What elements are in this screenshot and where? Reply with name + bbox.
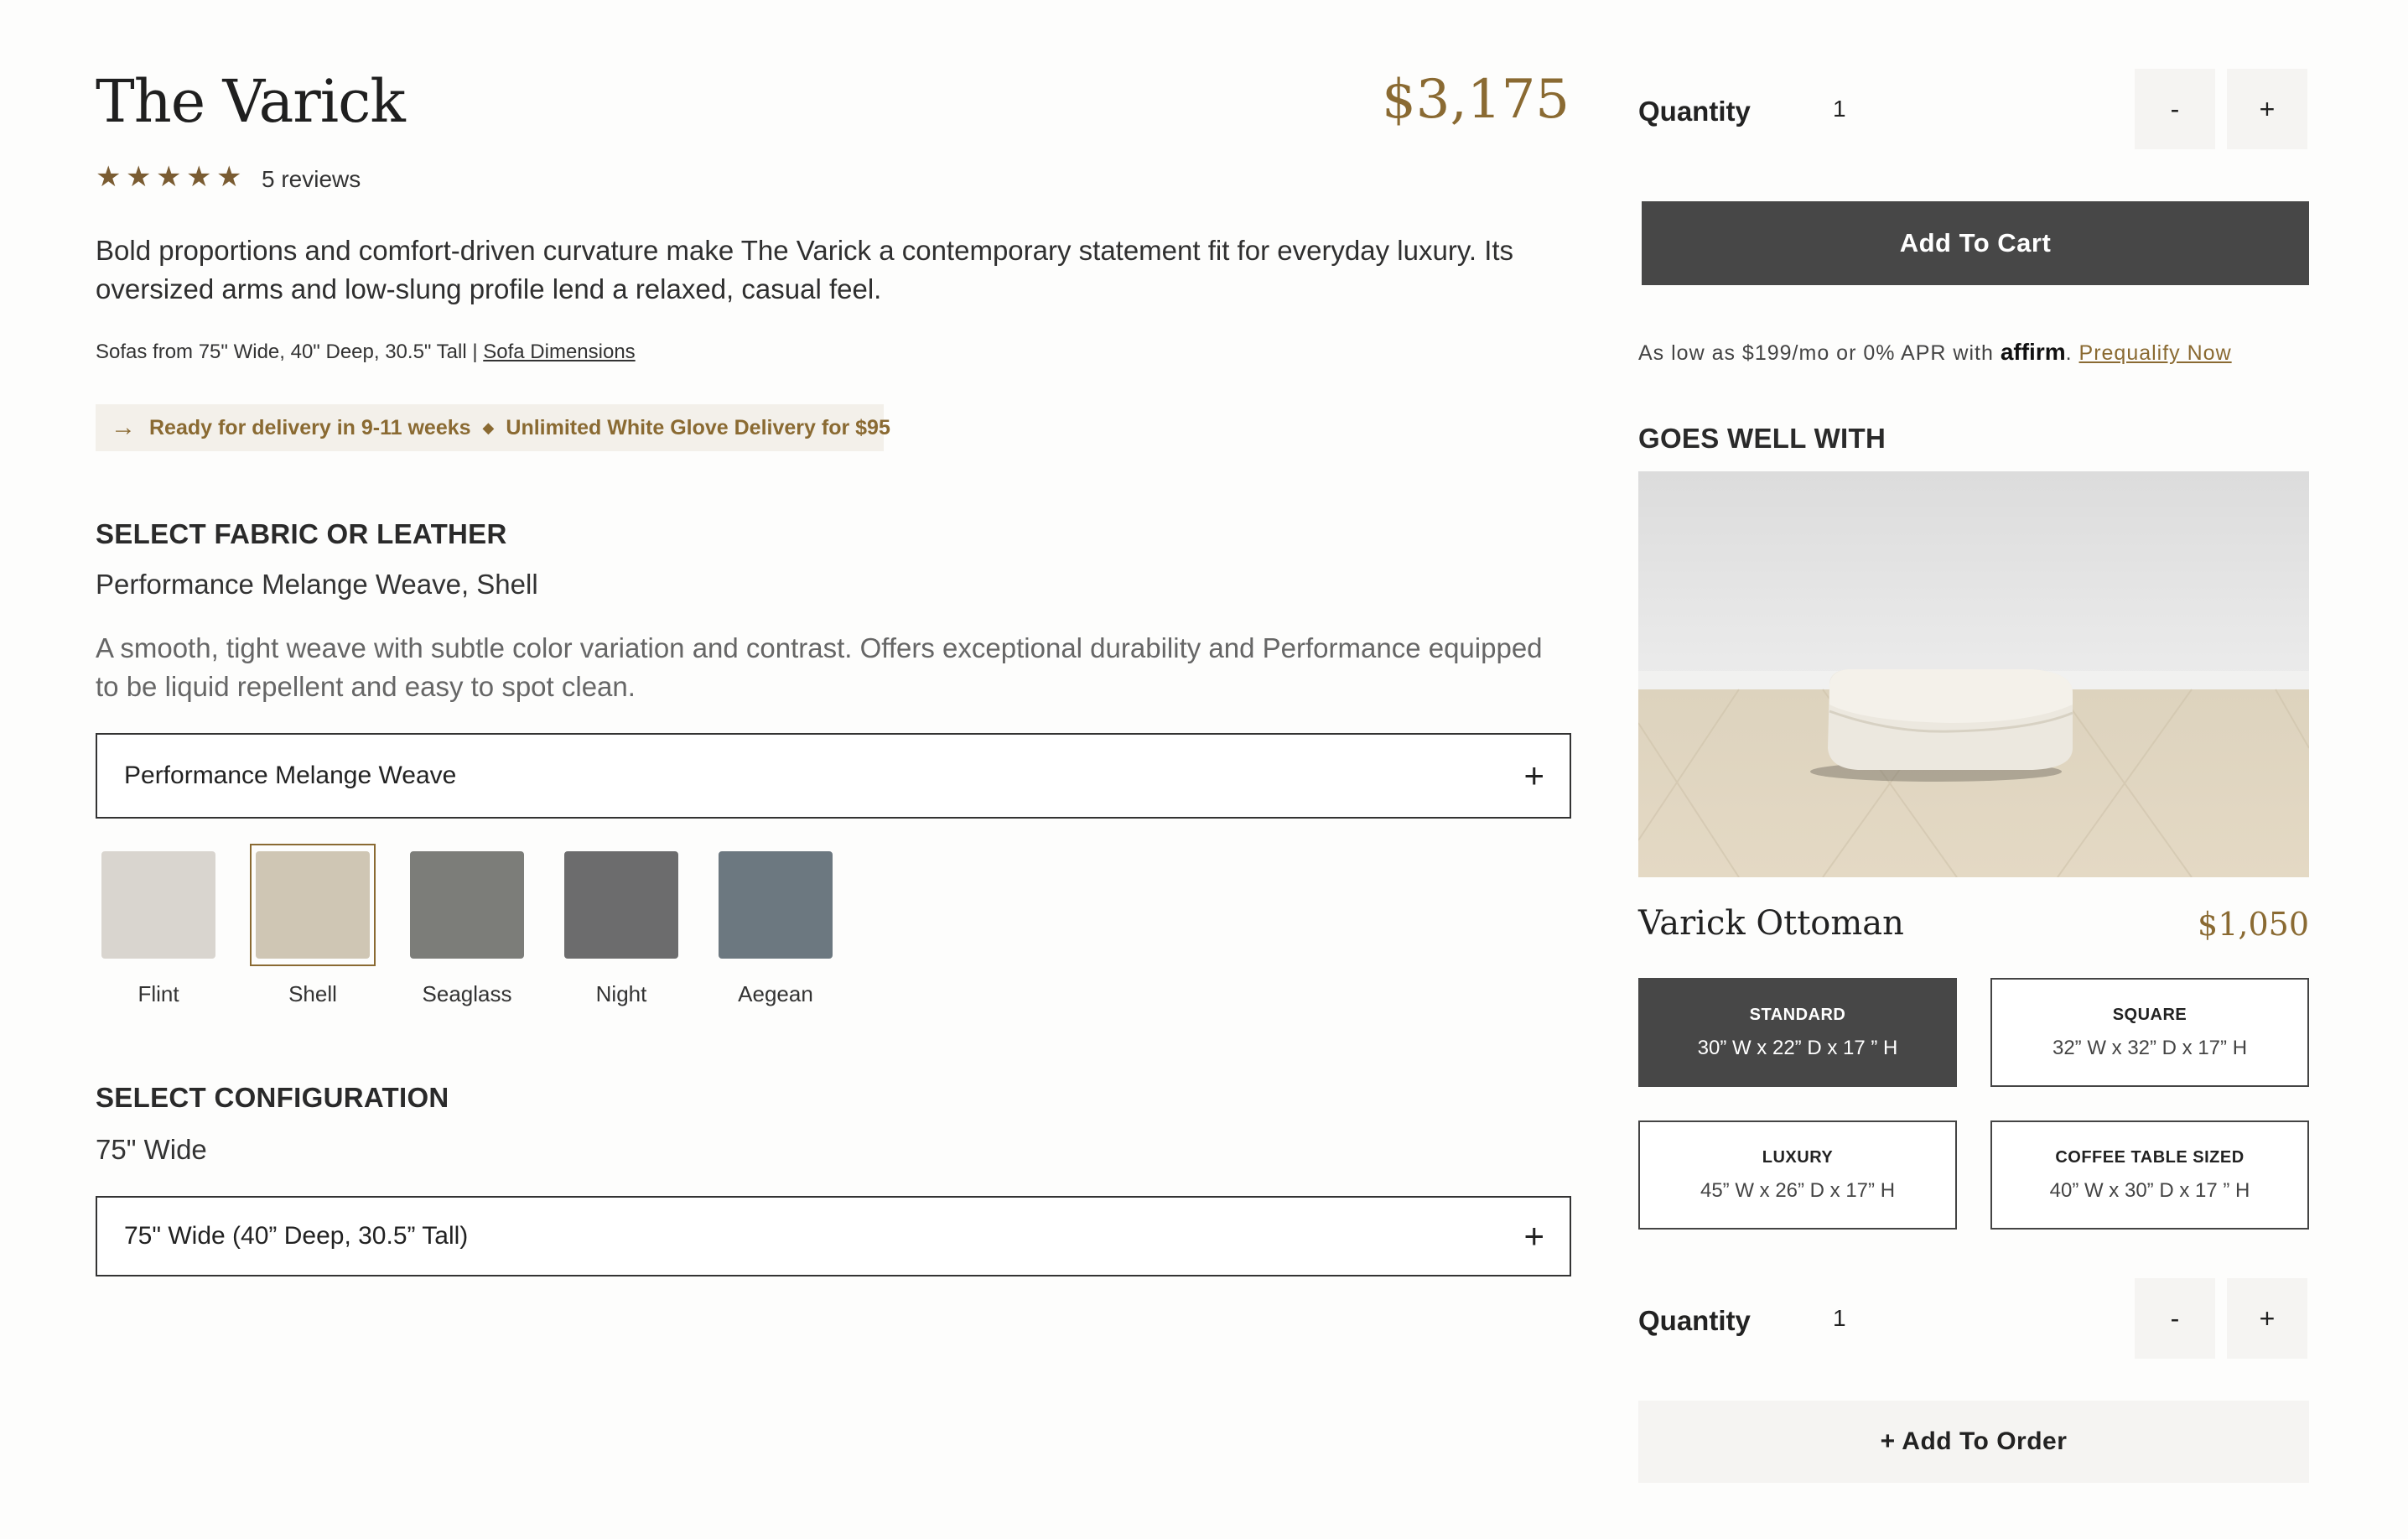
size-option-coffee-table[interactable]: COFFEE TABLE SIZED 40” W x 30” D x 17 ” … — [1990, 1120, 2309, 1230]
fabric-dropdown-value: Performance Melange Weave — [124, 762, 457, 789]
product-title: The Varick — [96, 67, 406, 136]
size-option-standard[interactable]: STANDARD 30” W x 22” D x 17 ” H — [1638, 978, 1957, 1087]
delivery-ready-text: Ready for delivery in 9-11 weeks — [149, 415, 471, 439]
swatch-chip — [256, 851, 370, 959]
ottoman-image[interactable] — [1638, 471, 2309, 877]
prequalify-link[interactable]: Prequalify Now — [2079, 341, 2232, 365]
swatch-chip — [719, 851, 833, 959]
star-icon: ★ — [156, 161, 182, 193]
quantity-value[interactable]: 1 — [1833, 96, 1846, 122]
configuration-dropdown[interactable]: 75" Wide (40” Deep, 30.5” Tall) + — [96, 1196, 1571, 1276]
add-to-cart-button[interactable]: Add To Cart — [1642, 201, 2309, 285]
fabric-dropdown[interactable]: Performance Melange Weave + — [96, 733, 1571, 819]
ottoman-quantity-value[interactable]: 1 — [1833, 1305, 1846, 1332]
white-glove-text: Unlimited White Glove Delivery for $95 — [506, 415, 890, 439]
swatch-label: Flint — [138, 981, 179, 1006]
swatch-chip — [564, 851, 678, 959]
arrow-right-icon: → — [111, 413, 136, 441]
size-option-name: SQUARE — [2112, 1005, 2187, 1024]
swatch-seaglass[interactable]: Seaglass — [404, 844, 530, 1007]
size-option-name: LUXURY — [1762, 1147, 1834, 1167]
quantity-decrease-button[interactable]: - — [2135, 69, 2215, 149]
star-icon: ★ — [216, 161, 242, 193]
reviews-link[interactable]: 5 reviews — [262, 166, 361, 193]
add-to-order-button[interactable]: + Add To Order — [1638, 1401, 2309, 1483]
swatch-night[interactable]: Night — [558, 844, 684, 1007]
dimensions-text: Sofas from 75" Wide, 40" Deep, 30.5" Tal… — [96, 341, 478, 363]
ottoman-quantity-decrease-button[interactable]: - — [2135, 1278, 2215, 1359]
swatch-chip — [101, 851, 215, 959]
product-price: $3,175 — [1382, 69, 1570, 131]
star-icon: ★ — [186, 161, 212, 193]
swatch-flint[interactable]: Flint — [96, 844, 221, 1007]
fabric-heading: SELECT FABRIC OR LEATHER — [96, 518, 507, 549]
product-description: Bold proportions and comfort-driven curv… — [96, 235, 1514, 304]
quantity-label: Quantity — [1638, 96, 1751, 127]
goes-well-heading: GOES WELL WITH — [1638, 423, 1886, 454]
size-option-name: STANDARD — [1749, 1005, 1846, 1024]
size-option-luxury[interactable]: LUXURY 45” W x 26” D x 17” H — [1638, 1120, 1957, 1230]
fabric-selected: Performance Melange Weave, Shell — [96, 569, 538, 600]
fabric-swatches: Flint Shell Seaglass Night Aegean — [96, 844, 838, 1007]
swatch-shell[interactable]: Shell — [250, 844, 376, 1007]
quantity-increase-button[interactable]: + — [2227, 69, 2307, 149]
dimensions-line: Sofas from 75" Wide, 40" Deep, 30.5" Tal… — [96, 341, 636, 364]
plus-icon: + — [1523, 1216, 1544, 1256]
financing-text: As low as $199/mo or 0% APR with — [1638, 341, 1994, 365]
rating-stars: ★ ★ ★ ★ ★ — [96, 161, 242, 193]
financing-line: As low as $199/mo or 0% APR with affirm.… — [1638, 339, 2232, 365]
ottoman-photo — [1638, 471, 2309, 877]
configuration-selected: 75" Wide — [96, 1134, 207, 1165]
ottoman-name[interactable]: Varick Ottoman — [1638, 904, 1904, 943]
size-option-measurement: 45” W x 26” D x 17” H — [1700, 1178, 1896, 1202]
delivery-banner: → Ready for delivery in 9-11 weeks ◆ Unl… — [96, 404, 890, 451]
ottoman-quantity-increase-button[interactable]: + — [2227, 1278, 2307, 1359]
ottoman-quantity-label: Quantity — [1638, 1305, 1751, 1336]
fabric-description: A smooth, tight weave with subtle color … — [96, 632, 1543, 702]
star-icon: ★ — [126, 161, 152, 193]
diamond-icon: ◆ — [482, 419, 495, 436]
size-option-square[interactable]: SQUARE 32” W x 32” D x 17” H — [1990, 978, 2309, 1087]
sofa-dimensions-link[interactable]: Sofa Dimensions — [483, 341, 635, 363]
size-option-name: COFFEE TABLE SIZED — [2055, 1147, 2245, 1167]
swatch-label: Seaglass — [422, 981, 512, 1006]
plus-icon: + — [1523, 756, 1544, 795]
size-option-measurement: 32” W x 32” D x 17” H — [2052, 1036, 2248, 1059]
star-icon: ★ — [96, 161, 122, 193]
swatch-chip — [410, 851, 524, 959]
size-option-measurement: 40” W x 30” D x 17 ” H — [2049, 1178, 2250, 1202]
swatch-label: Shell — [288, 981, 337, 1006]
swatch-label: Night — [595, 981, 647, 1006]
affirm-logo: affirm — [2000, 339, 2066, 365]
configuration-dropdown-value: 75" Wide (40” Deep, 30.5” Tall) — [124, 1222, 469, 1250]
configuration-heading: SELECT CONFIGURATION — [96, 1082, 449, 1113]
swatch-label: Aegean — [738, 981, 813, 1006]
size-option-measurement: 30” W x 22” D x 17 ” H — [1697, 1036, 1898, 1059]
swatch-aegean[interactable]: Aegean — [713, 844, 838, 1007]
ottoman-price: $1,050 — [2198, 906, 2309, 943]
